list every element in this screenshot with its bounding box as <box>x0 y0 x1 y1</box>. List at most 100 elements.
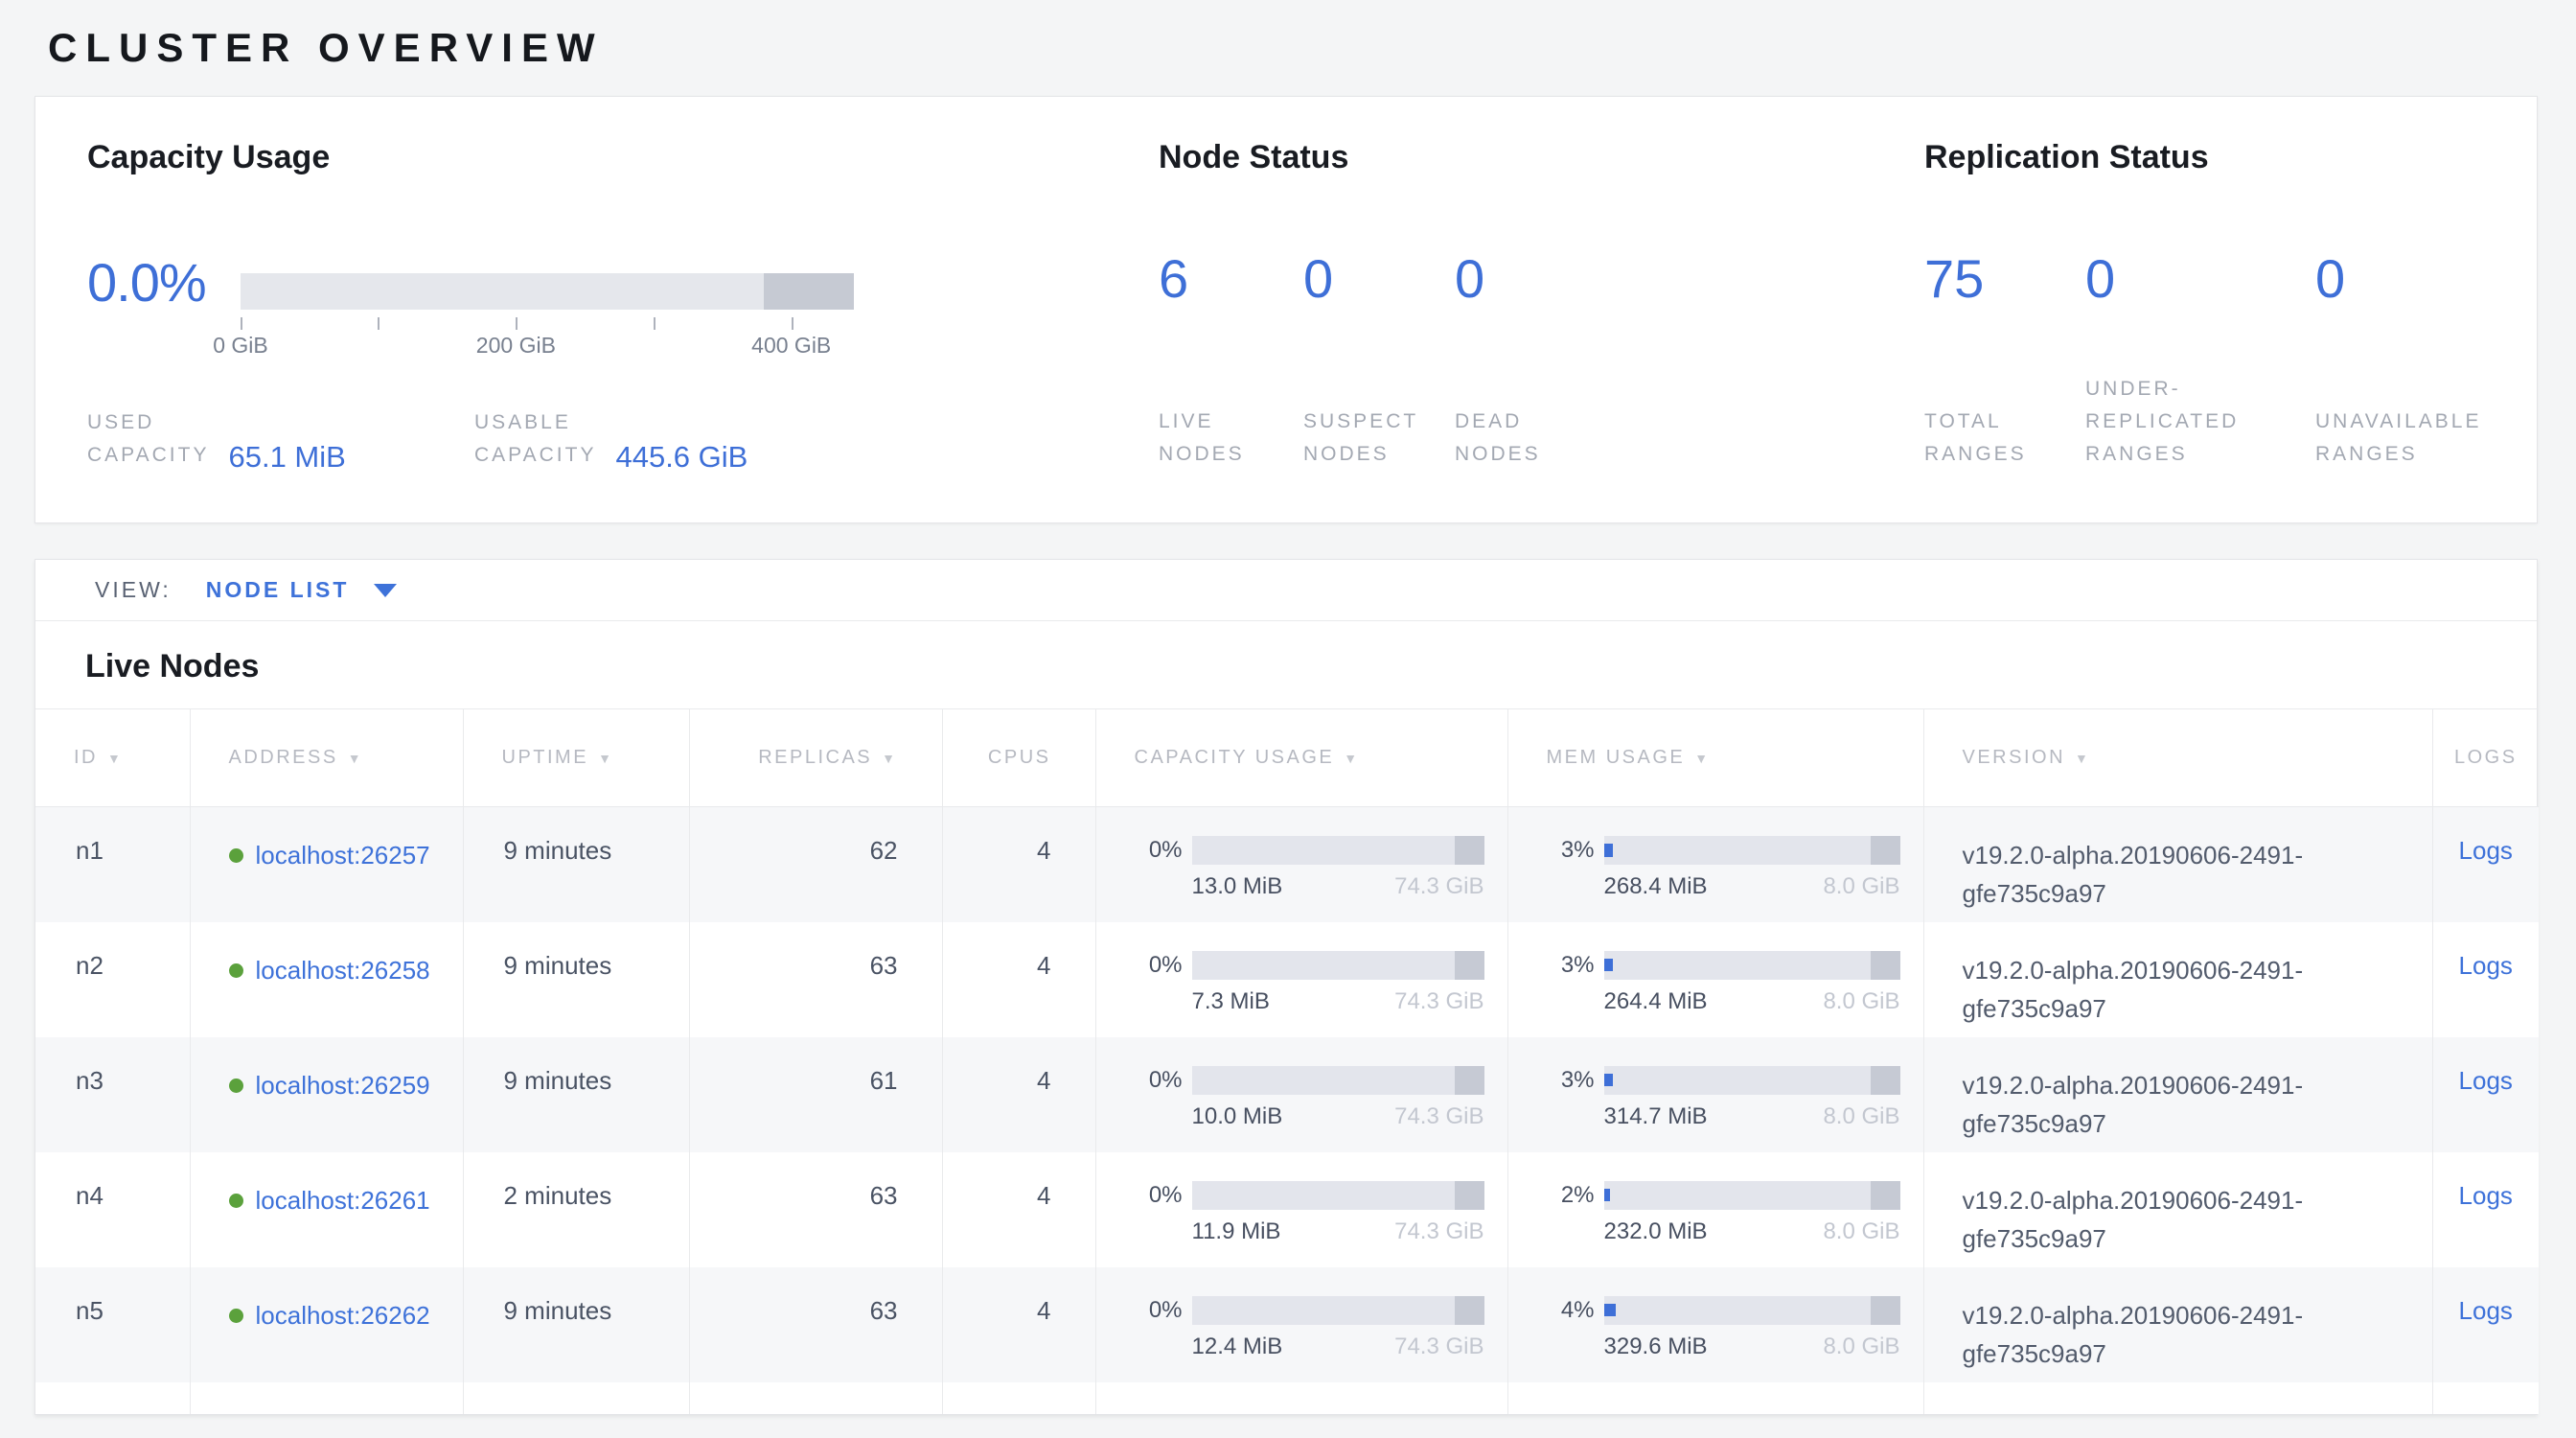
capacity-usage-title: Capacity Usage <box>87 137 1159 177</box>
healthy-node-dot-icon <box>229 1309 243 1323</box>
usage-meter-top: 0% <box>1129 1296 1484 1325</box>
column-header-address[interactable]: ADDRESS▼ <box>190 709 463 807</box>
view-selector[interactable]: NODE LIST <box>206 577 398 603</box>
usage-bar <box>1604 836 1900 865</box>
logs-link[interactable]: Logs <box>2459 1066 2513 1095</box>
logs-link[interactable]: Logs <box>2459 1296 2513 1325</box>
stat-label: USEDCAPACITY <box>87 406 209 472</box>
usage-bar-dark-segment <box>1871 1296 1900 1325</box>
column-header-replicas[interactable]: REPLICAS▼ <box>689 709 942 807</box>
sort-desc-icon: ▼ <box>1694 751 1710 766</box>
usage-labels: 10.0 MiB74.3 GiB <box>1192 1103 1484 1130</box>
logs-link[interactable]: Logs <box>2459 836 2513 865</box>
usage-labels: 11.9 MiB74.3 GiB <box>1192 1218 1484 1245</box>
table-row: n1localhost:262579 minutes6240%13.0 MiB7… <box>35 807 2539 922</box>
sort-desc-icon: ▼ <box>598 751 613 766</box>
cell-version: v19.2.0-alpha.20190606-2491-gfe735c9a97 <box>1923 1037 2432 1152</box>
column-header-version[interactable]: VERSION▼ <box>1923 709 2432 807</box>
address-link[interactable]: localhost:26259 <box>256 1066 461 1104</box>
address-link[interactable]: localhost:26261 <box>256 1181 461 1219</box>
capacity-stat: USABLECAPACITY445.6 GiB <box>474 406 748 472</box>
usage-percent: 0% <box>1129 1182 1183 1209</box>
column-header-logs: LOGS <box>2432 709 2539 807</box>
usage-total-value: 8.0 GiB <box>1823 1218 1899 1245</box>
usage-bar <box>1604 1066 1900 1095</box>
address-wrap: localhost:26259 <box>229 1066 463 1104</box>
table-header-row: ID▼ADDRESS▼UPTIME▼REPLICAS▼CPUSCAPACITY … <box>35 709 2539 807</box>
usage-used-value: 268.4 MiB <box>1604 873 1708 900</box>
usage-percent: 4% <box>1541 1297 1595 1324</box>
node-status-stats: 6LIVENODES0SUSPECTNODES0DEADNODES <box>1159 252 1924 471</box>
cell-empty <box>35 1382 190 1414</box>
cell-cpus: 4 <box>942 1267 1095 1382</box>
usage-meter-top: 0% <box>1129 1181 1484 1210</box>
usage-percent: 3% <box>1541 837 1595 864</box>
address-wrap: localhost:26258 <box>229 951 463 989</box>
address-link[interactable]: localhost:26258 <box>256 951 461 989</box>
table-row: n4localhost:262612 minutes6340%11.9 MiB7… <box>35 1152 2539 1267</box>
usage-meter: 0% 11.9 MiB74.3 GiB <box>1096 1181 1507 1245</box>
cell-capacity-usage: 0% 12.4 MiB 74.3 GiB <box>1095 1267 1507 1382</box>
cell-uptime: 9 minutes <box>463 922 689 1037</box>
usage-used-value: 12.4 MiB <box>1192 1334 1283 1360</box>
cell-empty <box>1507 1382 1923 1414</box>
usage-percent: 3% <box>1541 952 1595 979</box>
usage-used-value: 264.4 MiB <box>1604 988 1708 1015</box>
sort-desc-icon: ▼ <box>348 751 363 766</box>
capacity-bar-wrap: 0 GiB200 GiB400 GiB <box>241 244 854 361</box>
logs-link[interactable]: Logs <box>2459 951 2513 980</box>
address-link[interactable]: localhost:26257 <box>256 836 461 874</box>
address-link[interactable]: localhost:26262 <box>256 1296 461 1334</box>
view-label: VIEW: <box>95 577 172 603</box>
usage-total-value: 8.0 GiB <box>1823 988 1899 1015</box>
usage-total-value: 8.0 GiB <box>1823 1103 1899 1130</box>
usage-meter: 4% 329.6 MiB8.0 GiB <box>1508 1296 1923 1360</box>
live-nodes-title: Live Nodes <box>35 621 2537 708</box>
replication-stat: 75TOTALRANGES <box>1924 252 2085 471</box>
column-header-cpus: CPUS <box>942 709 1095 807</box>
cell-logs: Logs <box>2432 1037 2539 1152</box>
column-header-id[interactable]: ID▼ <box>35 709 190 807</box>
column-header-capacity-usage[interactable]: CAPACITY USAGE▼ <box>1095 709 1507 807</box>
cell-node-id: n5 <box>35 1267 190 1382</box>
cell-replicas: 63 <box>689 1152 942 1267</box>
usage-total-value: 74.3 GiB <box>1394 873 1484 900</box>
usage-labels: 232.0 MiB8.0 GiB <box>1604 1218 1900 1245</box>
usage-meter: 2% 232.0 MiB8.0 GiB <box>1508 1181 1923 1245</box>
cell-replicas: 62 <box>689 807 942 922</box>
stat-label: SUSPECTNODES <box>1303 406 1455 471</box>
page-title: CLUSTER OVERVIEW <box>0 0 2576 71</box>
stat-number: 0 <box>2315 252 2481 306</box>
replication-status-title: Replication Status <box>1924 137 2485 177</box>
replication-stat: 0UNDER-REPLICATEDRANGES <box>2085 252 2315 471</box>
usage-meter-top: 3% <box>1541 836 1900 865</box>
usage-bar-dark-segment <box>1455 836 1484 865</box>
healthy-node-dot-icon <box>229 848 243 863</box>
cell-node-id: n1 <box>35 807 190 922</box>
cell-logs: Logs <box>2432 807 2539 922</box>
logs-link[interactable]: Logs <box>2459 1181 2513 1210</box>
usage-bar <box>1192 1296 1484 1325</box>
healthy-node-dot-icon <box>229 1078 243 1093</box>
cell-capacity-usage: 0%7.3 MiB74.3 GiB <box>1095 922 1507 1037</box>
cell-address: localhost:26261 <box>190 1152 463 1267</box>
sort-desc-icon: ▼ <box>1344 751 1359 766</box>
stat-label: USABLECAPACITY <box>474 406 596 472</box>
usage-labels: 329.6 MiB8.0 GiB <box>1604 1334 1900 1360</box>
column-header-uptime[interactable]: UPTIME▼ <box>463 709 689 807</box>
usage-percent: 2% <box>1541 1182 1595 1209</box>
cell-empty <box>689 1382 942 1414</box>
usage-total-value: 74.3 GiB <box>1394 1334 1484 1360</box>
usage-bar-dark-segment <box>1871 1181 1900 1210</box>
usage-meter-top: 3% <box>1541 951 1900 980</box>
chevron-down-icon <box>374 584 397 597</box>
usage-bar <box>1192 951 1484 980</box>
usage-bar <box>1604 1181 1900 1210</box>
cell-capacity-usage: 0%13.0 MiB74.3 GiB <box>1095 807 1507 922</box>
column-header-mem-usage[interactable]: MEM USAGE▼ <box>1507 709 1923 807</box>
usage-percent: 0% <box>1129 952 1183 979</box>
stat-number: 6 <box>1159 252 1303 306</box>
address-wrap: localhost:26262 <box>229 1296 463 1334</box>
usage-total-value: 74.3 GiB <box>1394 1218 1484 1245</box>
usage-bar-fill <box>1604 1189 1610 1202</box>
